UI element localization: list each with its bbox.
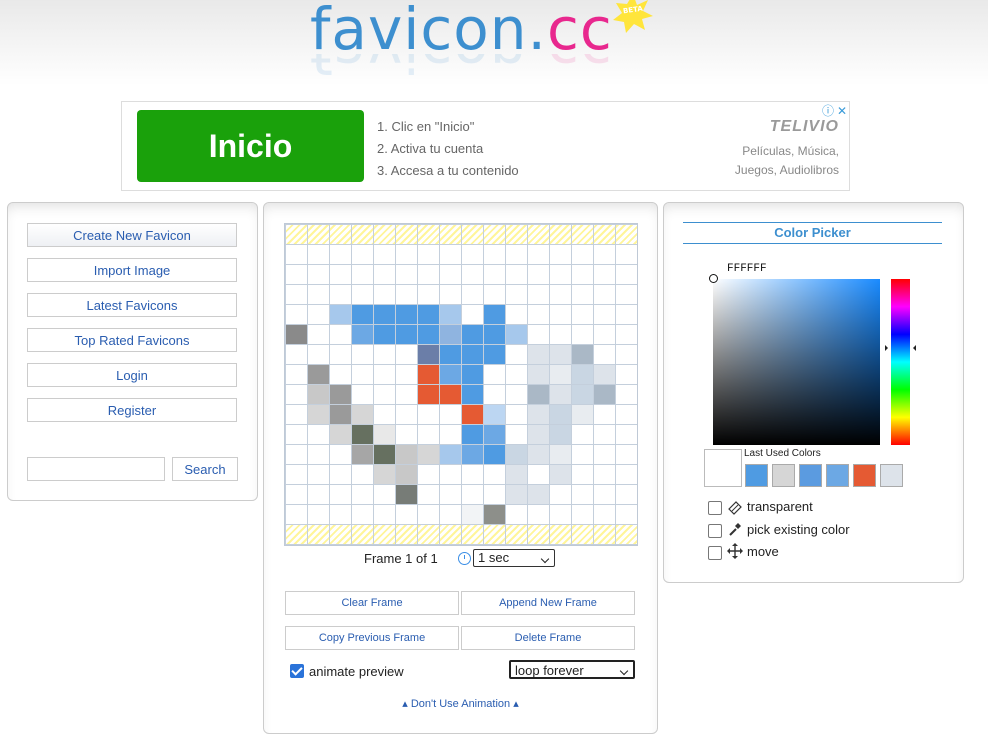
- ad-controls: ⓘ ✕: [821, 102, 849, 119]
- ad-steps: 1. Clic en "Inicio" 2. Activa tu cuenta …: [377, 116, 519, 182]
- sidebar-panel: Create New Favicon Import Image Latest F…: [7, 202, 258, 501]
- pixel-canvas[interactable]: [284, 223, 638, 546]
- current-color-swatch: [704, 449, 742, 487]
- loop-select[interactable]: loop forever: [509, 660, 635, 679]
- sidebar-item-login[interactable]: Login: [27, 363, 237, 387]
- append-new-frame-button[interactable]: Append New Frame: [461, 591, 635, 615]
- pixel-grid-lines: [285, 224, 637, 545]
- ad-close-icon[interactable]: ✕: [835, 104, 849, 118]
- last-used-color-swatch[interactable]: [745, 464, 768, 487]
- caret-up-icon: ▴: [513, 698, 519, 710]
- search-button[interactable]: Search: [172, 457, 238, 481]
- sidebar-item-import-image[interactable]: Import Image: [27, 258, 237, 282]
- pick-existing-color-checkbox[interactable]: [708, 524, 722, 538]
- search-input[interactable]: [27, 457, 165, 481]
- frame-counter: Frame 1 of 1: [364, 551, 438, 566]
- ad-brand-logo: TELIVIO: [769, 118, 839, 135]
- last-used-colors-label: Last Used Colors: [744, 448, 821, 459]
- last-used-color-swatch[interactable]: [826, 464, 849, 487]
- ad-info-icon[interactable]: ⓘ: [821, 102, 835, 119]
- sidebar-item-register[interactable]: Register: [27, 398, 237, 422]
- move-arrows-icon: [727, 543, 743, 559]
- editor-panel: Frame 1 of 1 1 sec Clear Frame Append Ne…: [263, 202, 658, 734]
- ad-step-1: 1. Clic en "Inicio": [377, 119, 475, 134]
- hue-arrow-right-icon: [913, 345, 916, 351]
- sidebar-item-create-new-favicon[interactable]: Create New Favicon: [27, 223, 237, 247]
- delete-frame-button[interactable]: Delete Frame: [461, 626, 635, 650]
- ad-inicio-button[interactable]: Inicio: [137, 110, 364, 182]
- saturation-value-area[interactable]: [713, 279, 880, 445]
- eraser-icon: [728, 501, 742, 515]
- clear-frame-button[interactable]: Clear Frame: [285, 591, 459, 615]
- last-used-color-swatch[interactable]: [853, 464, 876, 487]
- animate-preview-checkbox[interactable]: [290, 664, 304, 678]
- move-label: move: [747, 544, 779, 559]
- logo-reflection: favicon.cc: [310, 54, 613, 86]
- ad-description: Películas, Música, Juegos, Audiolibros: [735, 142, 839, 180]
- dont-use-animation-link[interactable]: ▴ Don't Use Animation ▴: [264, 697, 657, 710]
- last-used-color-swatch[interactable]: [799, 464, 822, 487]
- caret-up-icon: ▴: [402, 698, 408, 710]
- ad-step-2: 2. Activa tu cuenta: [377, 141, 484, 156]
- copy-previous-frame-button[interactable]: Copy Previous Frame: [285, 626, 459, 650]
- transparent-label: transparent: [747, 499, 813, 514]
- logo-reflection-cc: cc: [547, 54, 613, 85]
- hue-arrow-left-icon: [885, 345, 888, 351]
- pick-existing-color-label: pick existing color: [747, 522, 850, 537]
- color-picker-title: Color Picker: [683, 222, 942, 244]
- logo-reflection-favicon: favicon.: [310, 54, 547, 85]
- ad-step-3: 3. Accesa a tu contenido: [377, 163, 519, 178]
- move-checkbox[interactable]: [708, 546, 722, 560]
- last-used-color-swatch[interactable]: [880, 464, 903, 487]
- dont-use-animation-label: Don't Use Animation: [410, 698, 511, 710]
- color-selector-knob[interactable]: [709, 274, 718, 283]
- advertisement-banner[interactable]: Inicio 1. Clic en "Inicio" 2. Activa tu …: [121, 101, 850, 191]
- clock-icon: [458, 552, 471, 565]
- animate-preview-label: animate preview: [309, 664, 404, 679]
- frame-speed-select[interactable]: 1 sec: [473, 549, 555, 567]
- transparent-checkbox[interactable]: [708, 501, 722, 515]
- last-used-color-swatch[interactable]: [772, 464, 795, 487]
- eyedropper-icon: [729, 523, 741, 536]
- color-picker-panel: Color Picker FFFFFF Last Used Colors tra…: [663, 202, 964, 583]
- sidebar-item-top-rated-favicons[interactable]: Top Rated Favicons: [27, 328, 237, 352]
- sidebar-item-latest-favicons[interactable]: Latest Favicons: [27, 293, 237, 317]
- ad-description-line-2: Juegos, Audiolibros: [734, 163, 839, 177]
- hue-slider[interactable]: [891, 279, 910, 445]
- ad-description-line-1: Películas, Música,: [742, 144, 839, 158]
- hex-value[interactable]: FFFFFF: [727, 263, 767, 275]
